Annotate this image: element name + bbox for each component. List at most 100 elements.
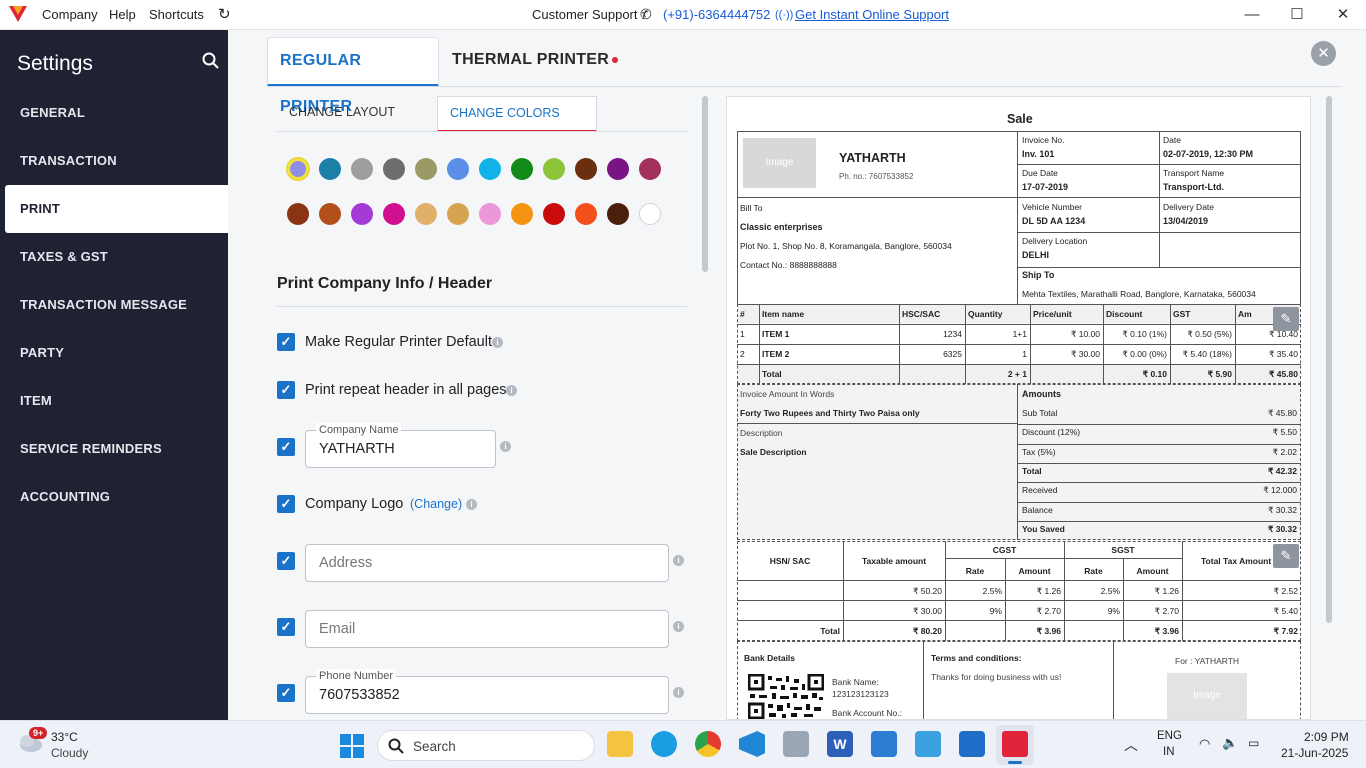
control-panel-icon[interactable] (915, 731, 941, 757)
color-swatch[interactable] (639, 203, 661, 225)
ship-to-address: Mehta Textiles, Marathalli Road, Banglor… (1022, 289, 1256, 299)
change-logo-link[interactable]: (Change) (410, 497, 462, 511)
color-swatch[interactable] (447, 158, 469, 180)
table-cell: ITEM 2 (762, 349, 790, 359)
color-swatch[interactable] (319, 203, 341, 225)
notepad-icon[interactable] (871, 731, 897, 757)
sidebar-item-transaction-message[interactable]: TRANSACTION MESSAGE (5, 281, 228, 329)
sidebar-item-taxes-gst[interactable]: TAXES & GST (5, 233, 228, 281)
amount-label: Total (1022, 465, 1042, 476)
sidebar-item-service-reminders[interactable]: SERVICE REMINDERS (5, 425, 228, 473)
color-swatch[interactable] (511, 203, 533, 225)
email-input[interactable]: Email (305, 610, 669, 648)
invoice-preview: Sale Image YATHARTH Ph. no.: 7607533852 … (726, 96, 1311, 720)
chrome-icon[interactable] (695, 731, 721, 757)
color-swatch[interactable] (415, 203, 437, 225)
sidebar-item-accounting[interactable]: ACCOUNTING (5, 473, 228, 521)
sidebar-item-general[interactable]: GENERAL (5, 89, 228, 137)
color-swatch[interactable] (383, 203, 405, 225)
menu-help[interactable]: Help (109, 7, 136, 22)
info-icon[interactable]: i (506, 385, 517, 396)
vscode-icon[interactable] (739, 731, 765, 757)
color-swatch[interactable] (447, 203, 469, 225)
info-icon[interactable]: i (500, 441, 511, 452)
color-swatch[interactable] (319, 158, 341, 180)
minimize-icon[interactable]: — (1240, 4, 1264, 26)
color-swatch[interactable] (607, 158, 629, 180)
color-swatch[interactable] (383, 158, 405, 180)
phone-checkbox[interactable]: ✓ (277, 684, 295, 702)
clock-date[interactable]: 21-Jun-2025 (1281, 746, 1348, 760)
email-checkbox[interactable]: ✓ (277, 618, 295, 636)
online-support-link[interactable]: Get Instant Online Support (795, 7, 949, 22)
tab-thermal-printer[interactable]: THERMAL PRINTER (440, 37, 630, 87)
address-input[interactable]: Address (305, 544, 669, 582)
wifi-icon[interactable]: ◠ (1199, 736, 1210, 752)
region-label[interactable]: IN (1163, 746, 1175, 758)
file-explorer-icon[interactable] (607, 731, 633, 757)
menu-company[interactable]: Company (42, 7, 98, 22)
color-swatch[interactable] (543, 203, 565, 225)
left-scrollbar[interactable] (702, 96, 708, 272)
color-swatch[interactable] (575, 203, 597, 225)
info-icon[interactable]: i (492, 337, 503, 348)
vyapar-taskbar-active[interactable] (996, 725, 1034, 765)
search-icon[interactable] (202, 52, 220, 70)
edit-pencil-icon[interactable]: ✎ (1273, 307, 1299, 331)
default-printer-checkbox[interactable]: ✓ (277, 333, 295, 351)
edit-pencil-icon[interactable]: ✎ (1273, 544, 1299, 568)
sidebar-item-print[interactable]: PRINT (5, 185, 228, 233)
color-swatch[interactable] (543, 158, 565, 180)
company-name-checkbox[interactable]: ✓ (277, 438, 295, 456)
info-icon[interactable]: i (673, 555, 684, 566)
tab-change-layout[interactable]: CHANGE LAYOUT (277, 96, 407, 132)
info-icon[interactable]: i (466, 499, 477, 510)
tools-icon[interactable] (783, 731, 809, 757)
photos-icon[interactable] (959, 731, 985, 757)
invoice-company-name: YATHARTH (839, 151, 906, 165)
menu-shortcuts[interactable]: Shortcuts (149, 7, 204, 22)
tab-regular-printer[interactable]: REGULAR PRINTER (267, 37, 439, 115)
preview-scrollbar[interactable] (1326, 96, 1332, 623)
clock-time[interactable]: 2:09 PM (1304, 730, 1349, 744)
info-icon[interactable]: i (673, 621, 684, 632)
color-swatch[interactable] (287, 203, 309, 225)
tab-change-colors[interactable]: CHANGE COLORS (437, 96, 597, 132)
sidebar-item-party[interactable]: PARTY (5, 329, 228, 377)
info-icon[interactable]: i (673, 687, 684, 698)
maximize-icon[interactable]: ☐ (1285, 4, 1309, 26)
close-settings-icon[interactable]: ✕ (1311, 41, 1336, 66)
table-cell: ₹ 3.96 (1154, 626, 1179, 636)
color-swatch[interactable] (479, 203, 501, 225)
close-window-icon[interactable]: ✕ (1331, 4, 1355, 26)
company-name-input[interactable]: Company Name YATHARTH (305, 423, 496, 468)
windows-start-icon[interactable] (340, 734, 364, 758)
refresh-icon[interactable]: ↻ (218, 5, 231, 23)
column-header: HSC/SAC (902, 309, 941, 319)
color-swatch[interactable] (511, 158, 533, 180)
taskbar-search[interactable]: Search (377, 730, 595, 761)
table-cell: Total (820, 626, 840, 636)
word-icon[interactable]: W (827, 731, 853, 757)
battery-icon[interactable]: ▭ (1248, 736, 1259, 750)
color-swatch[interactable] (639, 158, 661, 180)
address-checkbox[interactable]: ✓ (277, 552, 295, 570)
color-swatch[interactable] (479, 158, 501, 180)
color-swatch[interactable] (351, 158, 373, 180)
sidebar-item-item[interactable]: ITEM (5, 377, 228, 425)
volume-icon[interactable]: 🔈 (1222, 735, 1238, 751)
words-value: Forty Two Rupees and Thirty Two Paisa on… (740, 408, 920, 418)
color-swatch[interactable] (575, 158, 597, 180)
color-swatch[interactable] (287, 158, 309, 180)
edge-browser-icon[interactable] (651, 731, 677, 757)
color-swatch[interactable] (415, 158, 437, 180)
amount-rule (1018, 482, 1301, 484)
phone-input[interactable]: Phone Number 7607533852 (305, 669, 669, 714)
chevron-up-icon[interactable]: ︿ (1124, 735, 1138, 755)
sidebar-item-transaction[interactable]: TRANSACTION (5, 137, 228, 185)
color-swatch[interactable] (607, 203, 629, 225)
language-label[interactable]: ENG (1157, 730, 1182, 742)
company-logo-checkbox[interactable]: ✓ (277, 495, 295, 513)
color-swatch[interactable] (351, 203, 373, 225)
repeat-header-checkbox[interactable]: ✓ (277, 381, 295, 399)
